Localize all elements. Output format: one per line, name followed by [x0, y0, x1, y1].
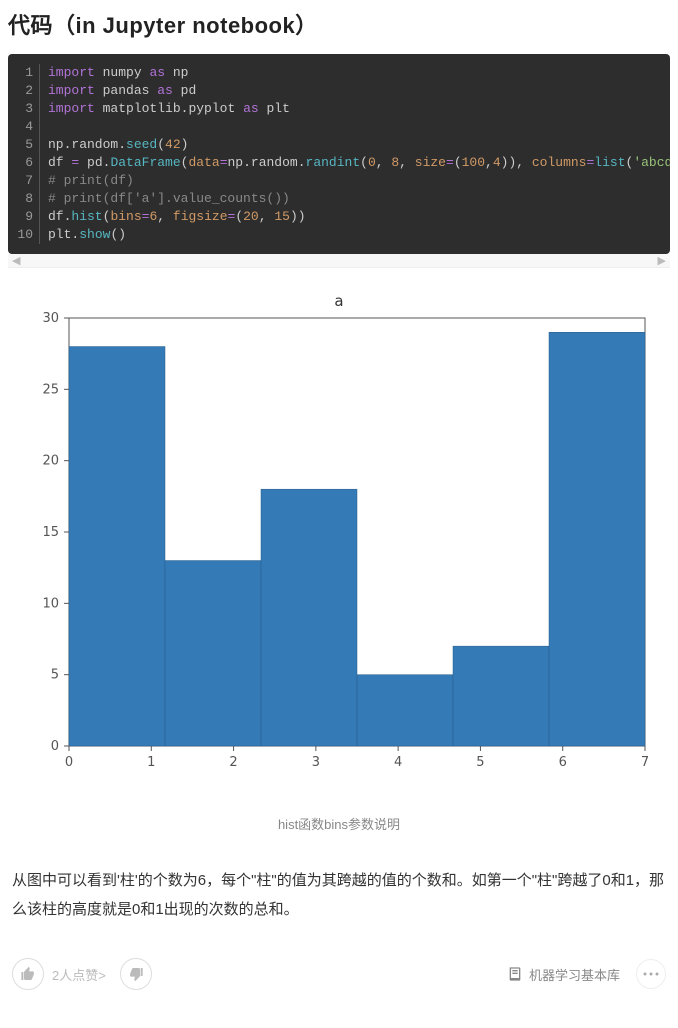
code-block: 12345678910 import numpy as np import pa…	[8, 54, 670, 254]
x-tick-label: 5	[476, 755, 484, 770]
like-button[interactable]	[12, 958, 44, 990]
section-heading: 代码（in Jupyter notebook）	[8, 0, 670, 54]
histogram-bar	[357, 675, 453, 746]
y-tick-label: 0	[51, 739, 59, 754]
x-tick-label: 4	[394, 755, 402, 770]
y-tick-label: 25	[42, 382, 59, 397]
explanation-paragraph: 从图中可以看到'柱'的个数为6，每个"柱"的值为其跨越的值的个数和。如第一个"柱…	[8, 867, 670, 924]
chart-title: a	[14, 292, 664, 310]
thumbs-down-icon	[128, 966, 144, 982]
y-tick-label: 15	[42, 525, 59, 540]
histogram-bar	[549, 332, 645, 746]
more-button[interactable]	[636, 959, 666, 989]
y-tick-label: 20	[42, 454, 59, 469]
x-tick-label: 1	[147, 755, 155, 770]
histogram-bar	[69, 347, 165, 746]
scroll-right-icon: ▶	[658, 254, 666, 267]
chart-output: a 0 1 2 3 4 5 6 7 0 5 10 15 20 25 30	[8, 286, 670, 788]
dislike-button[interactable]	[120, 958, 152, 990]
horizontal-scroll-indicator: ◀ ▶	[8, 254, 670, 268]
histogram-bar	[261, 489, 357, 746]
figure-caption: hist函数bins参数说明	[8, 814, 670, 833]
x-tick-label: 6	[559, 755, 567, 770]
y-tick-label: 5	[51, 668, 59, 683]
chevron-right-icon: >	[98, 968, 106, 983]
y-tick-label: 10	[42, 596, 59, 611]
x-tick-label: 0	[65, 755, 73, 770]
code-gutter: 12345678910	[8, 64, 40, 244]
ellipsis-icon	[643, 972, 659, 976]
article-footer: 2人点赞> 机器学习基本库	[8, 952, 670, 1010]
scroll-left-icon: ◀	[12, 254, 20, 267]
histogram-chart: 0 1 2 3 4 5 6 7 0 5 10 15 20 25 30	[19, 312, 659, 782]
thumbs-up-icon	[20, 966, 36, 982]
x-tick-label: 3	[312, 755, 320, 770]
book-icon	[507, 966, 523, 982]
x-tick-label: 7	[641, 755, 649, 770]
collection-label: 机器学习基本库	[529, 965, 620, 984]
code-content: import numpy as np import pandas as pd i…	[48, 64, 670, 244]
histogram-bar	[165, 561, 261, 746]
y-tick-label: 30	[42, 312, 59, 326]
collection-link[interactable]: 机器学习基本库	[507, 965, 620, 984]
like-count-label[interactable]: 2人点赞>	[52, 965, 106, 984]
x-tick-label: 2	[229, 755, 237, 770]
histogram-bar	[453, 646, 549, 746]
